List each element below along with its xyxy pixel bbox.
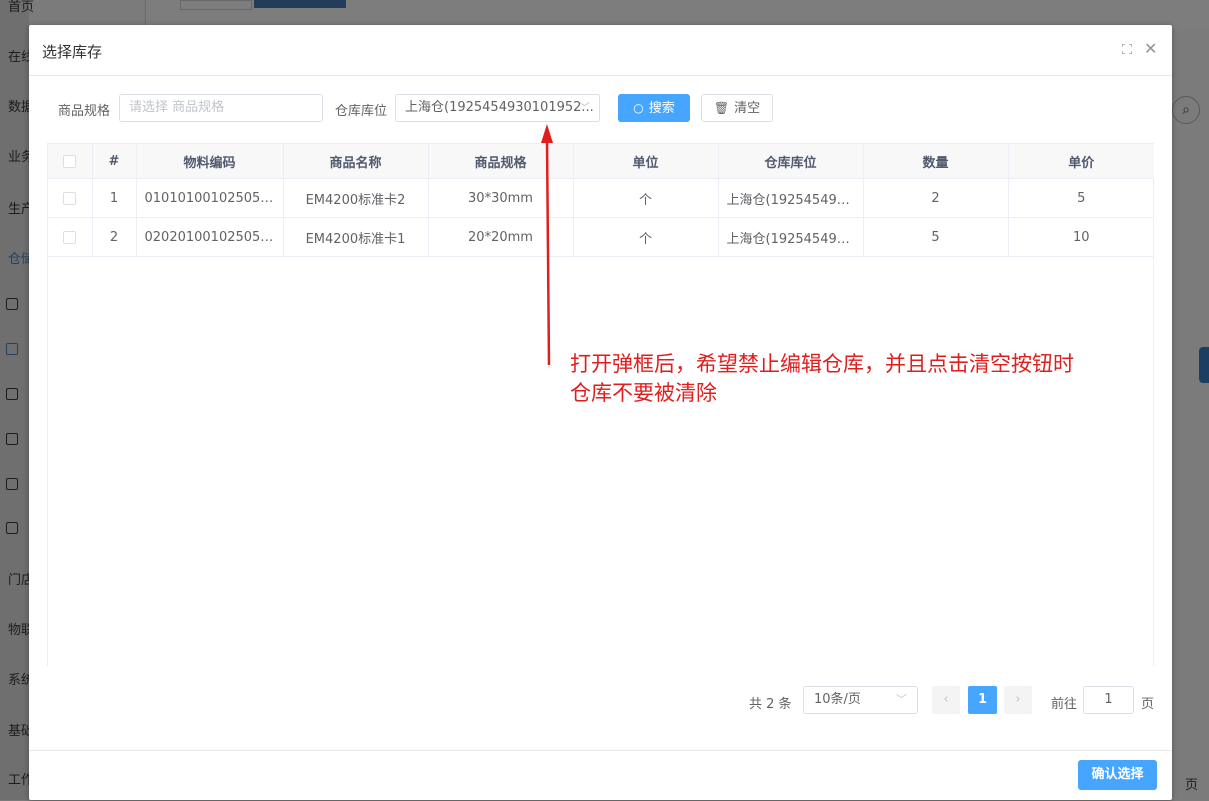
row-select-cell[interactable] (48, 178, 93, 218)
spec-input[interactable]: 请选择 商品规格 (119, 94, 323, 122)
bag-icon (6, 478, 18, 490)
calendar-icon (6, 433, 18, 445)
cart-icon (6, 343, 18, 355)
product-name: EM4200标准卡2 (283, 178, 429, 218)
dialog-header: 选择库存 ✕ (29, 25, 1172, 76)
page-size-value: 10条/页 (814, 692, 861, 707)
row-select-cell[interactable] (48, 217, 93, 257)
next-page-button[interactable]: › (1004, 686, 1032, 714)
prev-page-button[interactable]: ‹ (932, 686, 960, 714)
dialog-footer (29, 750, 1172, 801)
unit: 个 (573, 217, 719, 257)
unit-price: 10 (1008, 217, 1154, 257)
bg-sidebar-item-home[interactable]: 首页 (8, 0, 34, 15)
column-header: 仓库库位 (718, 144, 864, 179)
table-row[interactable]: 2 0202010010250522... EM4200标准卡1 20*20mm… (48, 217, 1154, 257)
row-checkbox[interactable] (63, 230, 77, 244)
warehouse-value: 上海仓(1925454930101952... (405, 100, 594, 115)
warehouse-location: 上海仓(1925454930... (718, 178, 864, 218)
product-spec: 30*30mm (428, 178, 574, 218)
spec-label: 商品规格 (58, 104, 111, 119)
search-icon: ○ (633, 101, 644, 115)
chevron-down-icon: ﹀ (896, 693, 907, 706)
cart-icon (6, 298, 18, 310)
product-name: EM4200标准卡1 (283, 217, 429, 257)
bg-page-label: 页 (1185, 778, 1199, 793)
search-button[interactable]: ○ 搜索 (618, 94, 690, 122)
cart-icon (6, 388, 18, 400)
row-index: 1 (92, 178, 137, 218)
select-all-cell[interactable] (48, 144, 93, 179)
chevron-left-icon: ‹ (943, 692, 949, 707)
bag-icon (6, 522, 18, 534)
chevron-down-icon: ﹀ (579, 101, 590, 114)
goto-page-input[interactable]: 1 (1083, 686, 1134, 714)
select-all-checkbox[interactable] (63, 154, 77, 168)
spec-placeholder: 请选择 商品规格 (129, 100, 225, 115)
pagination-total: 共 2 条 (749, 697, 792, 712)
column-header: 单位 (573, 144, 719, 179)
unit-price: 5 (1008, 178, 1154, 218)
maximize-icon[interactable] (1121, 43, 1133, 55)
warehouse-select[interactable]: 上海仓(1925454930101952... ﹀ (395, 94, 600, 122)
annotation-text: 打开弹框后，希望禁止编辑仓库，并且点击清空按钮时 仓库不要被清除 (570, 350, 1160, 408)
clear-button[interactable]: 🗑 清空 (701, 94, 773, 122)
select-inventory-dialog: 选择库存 ✕ 商品规格 请选择 商品规格 仓库库位 上海仓(1925454930… (29, 25, 1172, 800)
column-header: 商品规格 (428, 144, 574, 179)
close-icon[interactable]: ✕ (1144, 39, 1157, 58)
row-index: 2 (92, 217, 137, 257)
column-header: 物料编码 (136, 144, 284, 179)
current-page-button[interactable]: 1 (968, 686, 997, 714)
product-spec: 20*20mm (428, 217, 574, 257)
warehouse-location: 上海仓(1925454930... (718, 217, 864, 257)
row-checkbox[interactable] (63, 191, 77, 205)
trash-icon: 🗑 (713, 101, 730, 115)
confirm-selection-button[interactable]: 确认选择 (1078, 760, 1157, 790)
quantity: 2 (863, 178, 1009, 218)
table-row[interactable]: 1 0101010010250522... EM4200标准卡2 30*30mm… (48, 178, 1154, 218)
background-side-button[interactable] (1199, 347, 1209, 383)
search-button-label: 搜索 (648, 101, 675, 116)
chevron-right-icon: › (1015, 692, 1021, 707)
background-tab-active[interactable] (254, 0, 346, 8)
material-code: 0202010010250522... (136, 217, 284, 257)
page-size-select[interactable]: 10条/页 ﹀ (803, 686, 918, 714)
annotation-line-1: 打开弹框后，希望禁止编辑仓库，并且点击清空按钮时 (570, 352, 1074, 376)
table-header-row: # 物料编码 商品名称 商品规格 单位 仓库库位 数量 单价 (48, 144, 1154, 179)
quantity: 5 (863, 217, 1009, 257)
search-icon[interactable]: ⌕ (1172, 96, 1200, 124)
unit: 个 (573, 178, 719, 218)
material-code: 0101010010250522... (136, 178, 284, 218)
background-tab[interactable] (180, 0, 252, 10)
annotation-line-2: 仓库不要被清除 (570, 381, 717, 405)
goto-label: 前往 (1051, 697, 1078, 712)
page-suffix: 页 (1141, 697, 1155, 712)
column-header: # (92, 144, 137, 179)
dialog-title: 选择库存 (42, 43, 103, 61)
clear-button-label: 清空 (734, 101, 761, 116)
column-header: 数量 (863, 144, 1009, 179)
column-header: 商品名称 (283, 144, 429, 179)
column-header: 单价 (1008, 144, 1154, 179)
warehouse-label: 仓库库位 (335, 104, 388, 119)
